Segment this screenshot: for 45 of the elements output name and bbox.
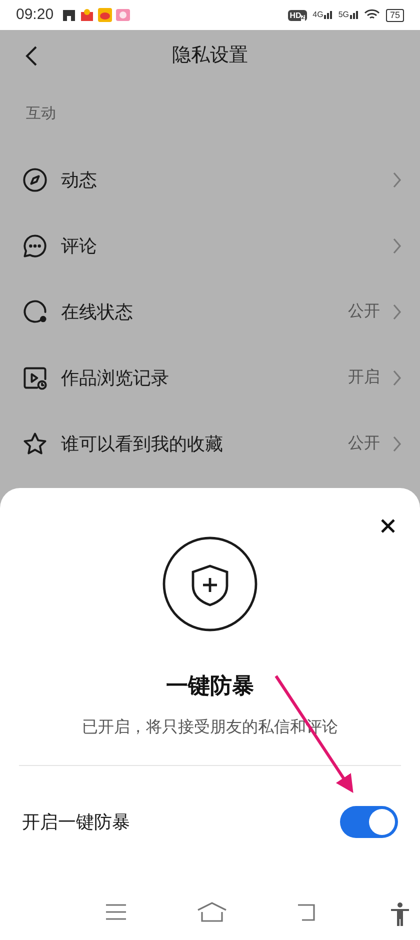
wifi-icon [364, 9, 380, 21]
chevron-right-icon [392, 171, 402, 189]
close-button[interactable] [380, 518, 396, 534]
hd-badge: HD$_{2}$ [288, 10, 307, 20]
settings-row[interactable]: 动态 [0, 147, 420, 213]
settings-row[interactable]: 评论 [0, 213, 420, 279]
home-icon[interactable] [197, 902, 227, 922]
app-notification-icon [62, 8, 76, 22]
chevron-right-icon [392, 369, 402, 387]
chat-bubble-icon [22, 233, 48, 259]
toggle-switch[interactable] [340, 806, 398, 838]
battery-indicator: 75 [386, 8, 404, 22]
play-history-icon [22, 365, 48, 391]
row-label: 作品浏览记录 [61, 366, 169, 390]
app-notification-icon [98, 8, 112, 22]
chevron-right-icon [392, 435, 402, 453]
toggle-label: 开启一键防暴 [22, 810, 130, 834]
sheet-title: 一键防暴 [166, 672, 254, 700]
back-icon[interactable] [297, 903, 315, 921]
cell-signal-indicator: 4G [312, 11, 332, 19]
status-ring-icon [22, 299, 48, 325]
star-icon [22, 431, 48, 457]
page-title: 隐私设置 [172, 44, 248, 68]
row-value: 公开 [348, 302, 380, 322]
settings-row[interactable]: 谁可以看到我的收藏 公开 [0, 411, 420, 477]
row-value: 开启 [348, 368, 380, 388]
row-label: 谁可以看到我的收藏 [61, 432, 223, 456]
section-title: 互动 [26, 104, 56, 124]
row-value: 公开 [348, 434, 380, 454]
row-label: 在线状态 [61, 300, 133, 324]
menu-icon[interactable] [105, 904, 127, 920]
accessibility-icon[interactable] [390, 902, 410, 926]
status-time: 09:20 [16, 4, 54, 25]
cell-signal-indicator: 5G [338, 11, 358, 19]
chevron-right-icon [392, 237, 402, 255]
app-notification-icon [116, 8, 130, 22]
close-icon [381, 519, 395, 533]
compass-icon [22, 167, 48, 193]
settings-row[interactable]: 作品浏览记录 开启 [0, 345, 420, 411]
shield-plus-icon [162, 536, 258, 632]
app-notification-icon [80, 8, 94, 22]
row-label: 评论 [61, 234, 97, 258]
chevron-right-icon [392, 303, 402, 321]
settings-row[interactable]: 在线状态 公开 [0, 279, 420, 345]
row-label: 动态 [61, 168, 97, 192]
